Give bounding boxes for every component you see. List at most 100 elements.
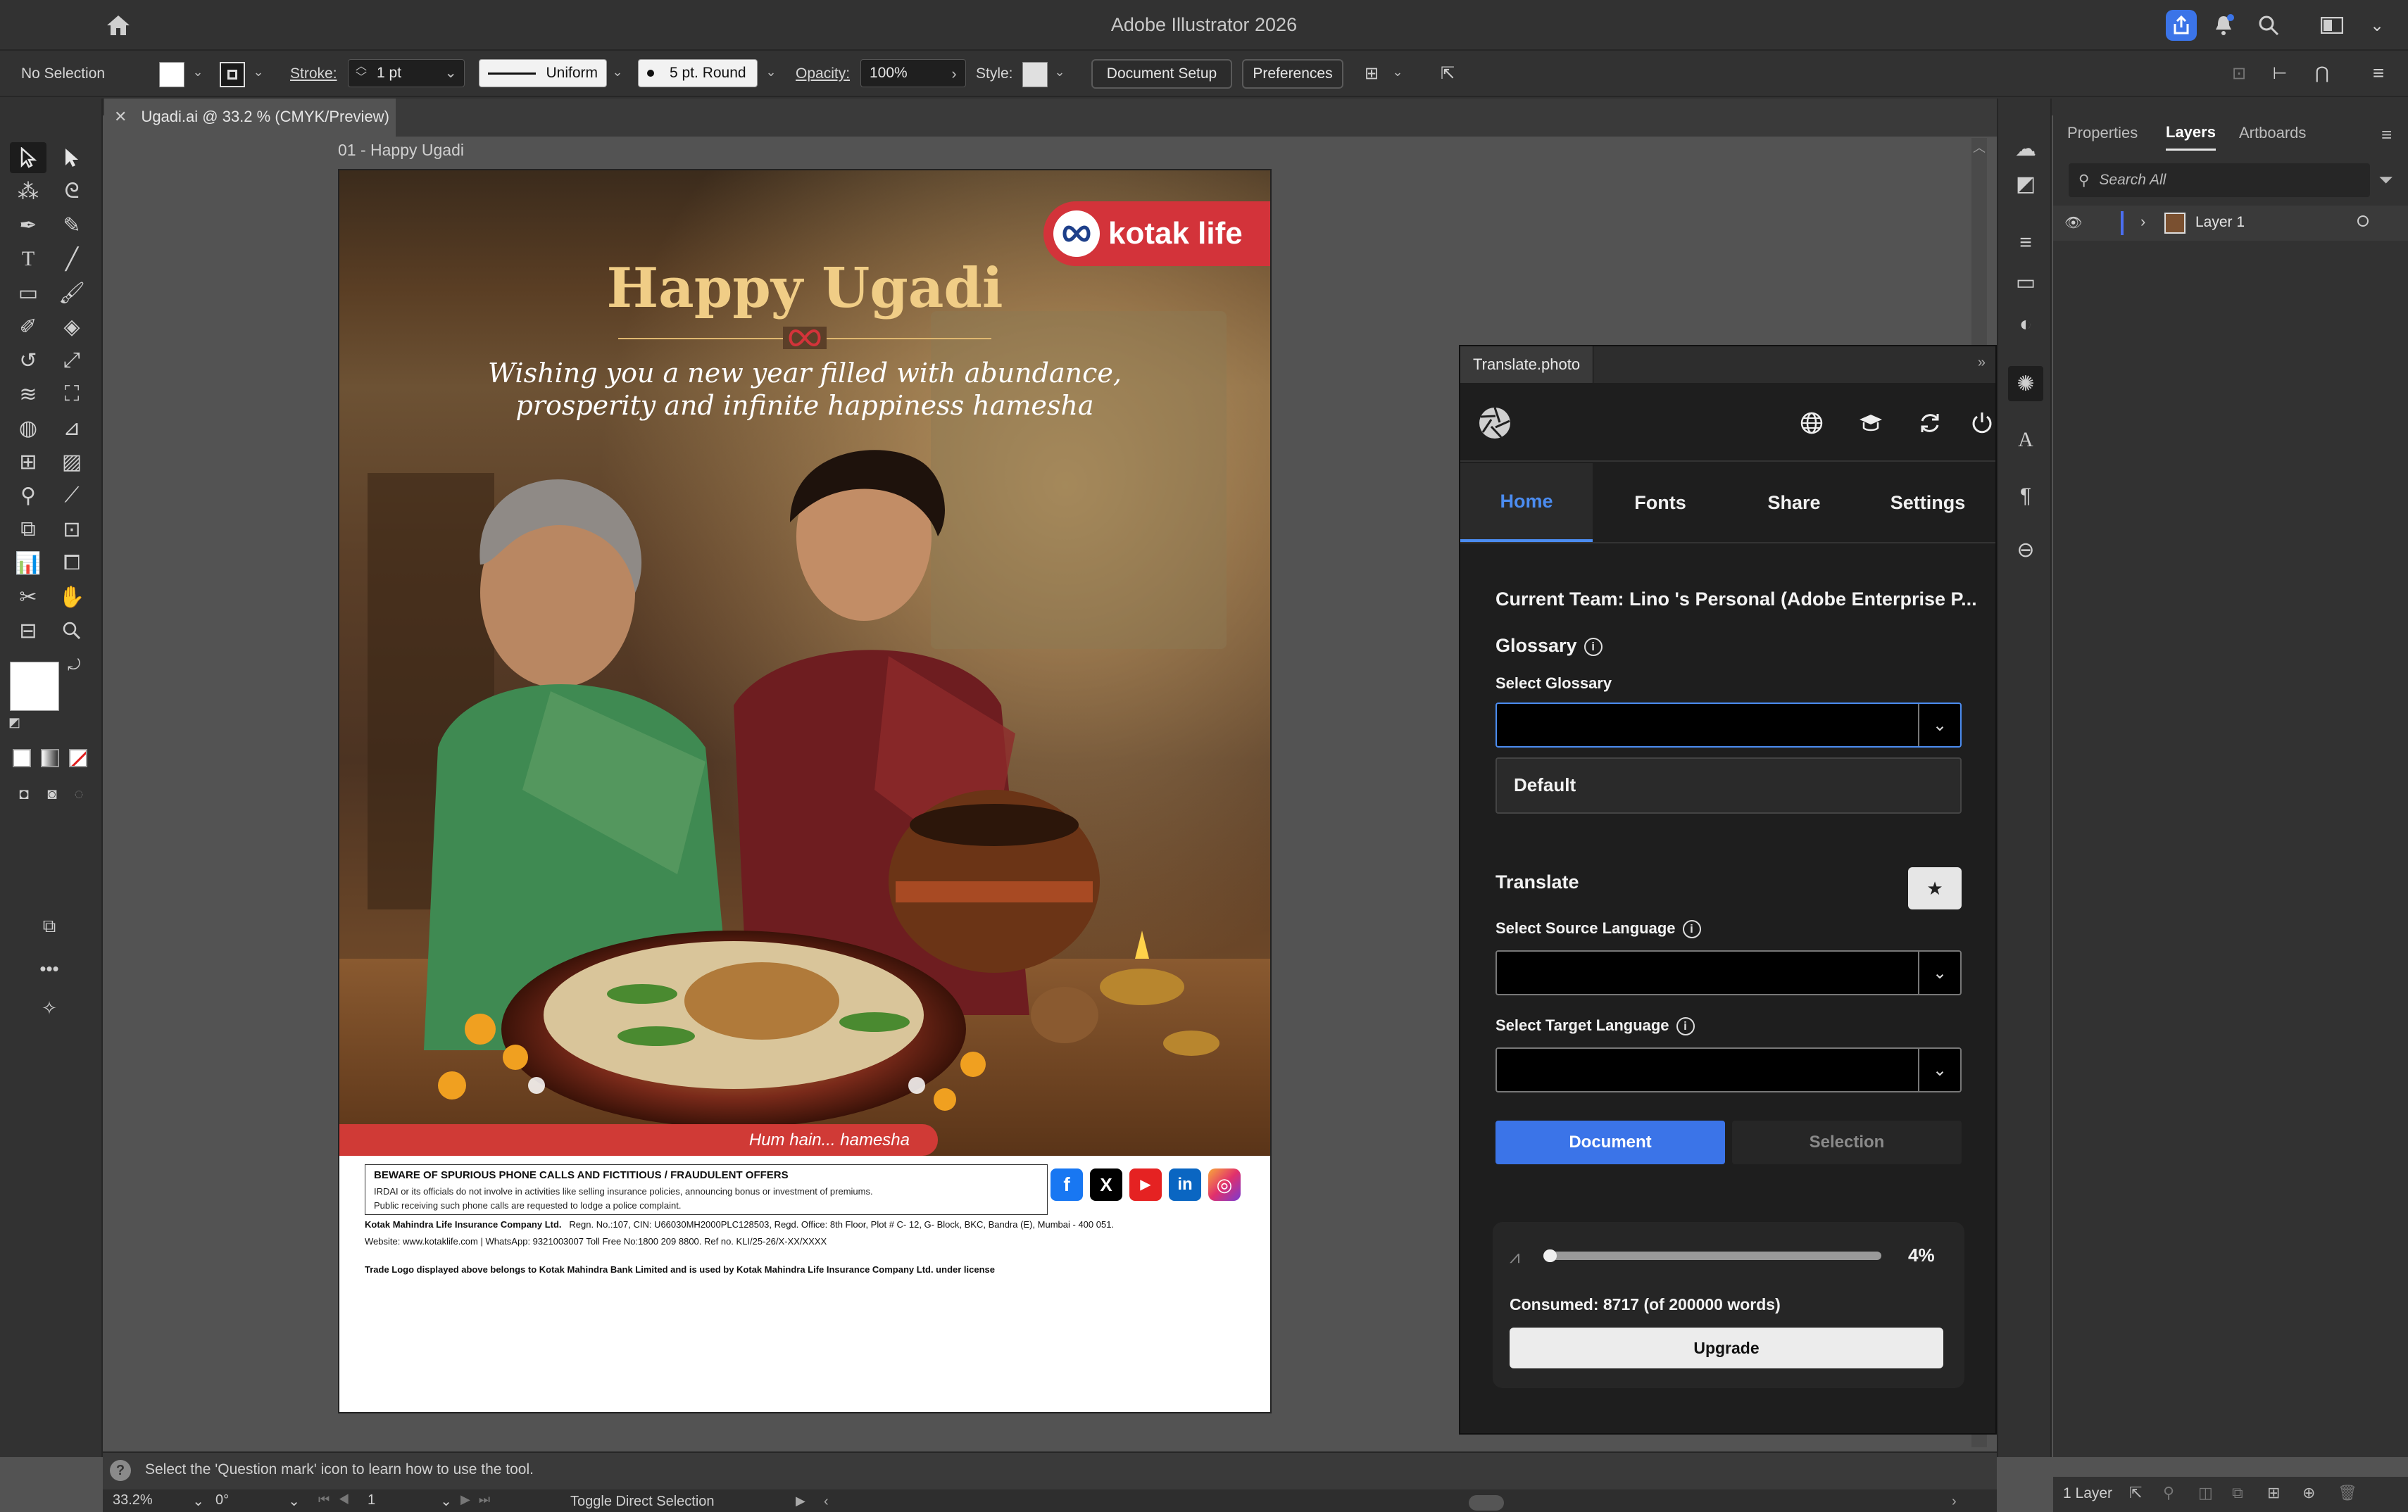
horizontal-scroll-thumb[interactable] [1469, 1495, 1504, 1511]
refresh-icon[interactable] [1912, 405, 1948, 441]
print-tiling-tool-icon[interactable]: ⊟ [10, 615, 46, 646]
selection-button[interactable]: Selection [1732, 1121, 1962, 1164]
curvature-tool-icon[interactable]: ✎ [54, 210, 90, 241]
selection-tool-icon[interactable] [10, 142, 46, 173]
help-question-icon[interactable]: ? [110, 1460, 131, 1481]
search-icon[interactable] [2253, 10, 2284, 41]
tab-settings[interactable]: Settings [1862, 463, 1994, 542]
default-colors-icon[interactable]: ◩ [8, 715, 20, 730]
scroll-left-icon[interactable]: ‹ [824, 1494, 829, 1510]
share-icon[interactable] [2166, 10, 2197, 41]
graphic-style-swatch[interactable] [1022, 62, 1048, 87]
magic-wand-tool-icon[interactable]: ⁂ [10, 176, 46, 207]
document-tab[interactable]: ✕ Ugadi.ai @ 33.2 % (CMYK/Preview) [104, 99, 396, 137]
stroke-weight-field[interactable]: 1 pt ︿ ﹀ ⌄ [348, 59, 465, 87]
stroke-swatch[interactable] [220, 62, 245, 87]
none-mode-icon[interactable] [69, 749, 87, 767]
free-transform-tool-icon[interactable]: ⛶ [54, 379, 90, 410]
style-chevron-icon[interactable]: ⌄ [1052, 65, 1067, 82]
artboard-chevron-icon[interactable]: ⌄ [440, 1492, 452, 1510]
tab-fonts[interactable]: Fonts [1594, 463, 1726, 542]
draw-inside-icon[interactable]: ◌ [61, 779, 97, 809]
menu-icon[interactable]: ≡ [2363, 58, 2394, 89]
visibility-eye-icon[interactable]: 👁 [2064, 214, 2082, 232]
recolor-icon[interactable]: ⇱ [1432, 58, 1463, 89]
tab-share[interactable]: Share [1728, 463, 1860, 542]
transform-icon[interactable]: ⊢ [2264, 58, 2295, 89]
artboard-name[interactable]: 01 - Happy Ugadi [338, 141, 464, 160]
rectangle-tool-icon[interactable]: ▭ [10, 277, 46, 308]
zoom-chevron-icon[interactable]: ⌄ [192, 1492, 204, 1510]
lasso-tool-icon[interactable]: ᘓ [54, 176, 90, 207]
fill-swatch[interactable] [159, 62, 184, 87]
character-panel-icon[interactable]: A [2008, 422, 2043, 458]
variable-width-profile[interactable]: Uniform [479, 59, 607, 87]
artboard-tool-icon[interactable]: ⧠ [54, 548, 90, 579]
eyedropper-tool-icon[interactable]: ⚲ [10, 480, 46, 511]
mesh-tool-icon[interactable]: ⊞ [10, 446, 46, 477]
arrange-icon[interactable]: ⊞ [1356, 58, 1387, 89]
new-layer-icon[interactable]: ⊕ [2302, 1484, 2315, 1502]
paragraph-panel-icon[interactable]: ¶ [2008, 479, 2043, 514]
tab-artboards[interactable]: Artboards [2239, 115, 2306, 151]
upgrade-button[interactable]: Upgrade [1510, 1328, 1943, 1368]
globe-icon[interactable] [1794, 405, 1829, 441]
pen-tool-icon[interactable]: ✒ [10, 210, 46, 241]
target-circle-icon[interactable] [2357, 215, 2369, 227]
filter-icon[interactable]: ⏷ [2378, 169, 2393, 191]
glossary-option-default[interactable]: Default [1514, 774, 1576, 796]
translate-photo-panel-icon[interactable]: ✺ [2008, 366, 2043, 401]
arrange-chevron-icon[interactable]: ⌄ [1390, 65, 1405, 82]
line-tool-icon[interactable]: ╱ [54, 244, 90, 275]
transparency-panel-icon[interactable]: ◐ [2008, 307, 2043, 342]
artboard[interactable]: kotak life Happy Ugadi Wishing you a new… [338, 169, 1272, 1413]
workspace-icon[interactable] [2316, 10, 2347, 41]
shape-builder-icon[interactable]: ⋂ [2307, 58, 2338, 89]
preferences-button[interactable]: Preferences [1242, 59, 1343, 89]
brush-chevron-icon[interactable]: ⌄ [763, 65, 779, 82]
image-trace-icon[interactable]: ◩ [2008, 166, 2043, 201]
more-tools-icon[interactable]: ••• [31, 953, 68, 984]
source-language-select[interactable]: ⌄ [1495, 950, 1962, 995]
target-chevron-icon[interactable]: ⌄ [1918, 1049, 1960, 1091]
align-icon[interactable]: ⊡ [2224, 58, 2255, 89]
target-info-icon[interactable]: i [1676, 1017, 1695, 1036]
rotation-chevron-icon[interactable]: ⌄ [288, 1492, 300, 1510]
color-mode-icon[interactable] [13, 749, 31, 767]
graph-tool-icon[interactable]: 📊 [10, 548, 46, 579]
shape-builder-tool-icon[interactable]: ◍ [10, 412, 46, 443]
locate-object-icon[interactable]: ⚲ [2163, 1484, 2174, 1502]
scroll-up-icon[interactable]: ︿ [1971, 138, 1987, 156]
stroke-weight-chevron-icon[interactable]: ⌄ [444, 64, 457, 82]
glossary-chevron-icon[interactable]: ⌄ [1918, 704, 1960, 746]
make-clipping-mask-icon[interactable]: ◫ [2198, 1484, 2213, 1502]
stroke-panel-icon[interactable]: ≡ [2008, 225, 2043, 260]
perspective-grid-tool-icon[interactable]: ⊿ [54, 412, 90, 443]
fill-color-swatch[interactable] [10, 662, 59, 711]
profile-chevron-icon[interactable]: ⌄ [610, 65, 625, 82]
artboard-nav-next-icons[interactable]: ▶⏭ [460, 1492, 498, 1507]
slice-tool-icon[interactable]: ✂ [10, 581, 46, 612]
tutorial-cap-icon[interactable] [1853, 405, 1888, 441]
layer-name[interactable]: Layer 1 [2195, 214, 2245, 231]
stroke-chevron-icon[interactable]: ⌄ [251, 65, 266, 82]
document-button[interactable]: Document [1495, 1121, 1725, 1164]
export-icon[interactable]: ⇱ [2129, 1484, 2142, 1502]
scale-tool-icon[interactable]: ⤢ [54, 345, 90, 376]
generative-tools-icon[interactable]: ✧ [31, 993, 68, 1023]
layer-row[interactable]: 👁 › Layer 1 [2053, 206, 2408, 241]
collect-export-icon[interactable]: ⧉ [2232, 1484, 2243, 1502]
blend-tool-icon[interactable]: ⧉ [10, 514, 46, 545]
eraser-tool-icon[interactable]: ◈ [54, 311, 90, 342]
favorite-star-icon[interactable]: ★ [1908, 867, 1962, 909]
new-sublayer-icon[interactable]: ⊞ [2267, 1484, 2280, 1502]
document-setup-button[interactable]: Document Setup [1091, 59, 1232, 89]
brush-definition[interactable]: 5 pt. Round [638, 59, 758, 87]
links-panel-icon[interactable]: ⊖ [2008, 532, 2043, 567]
artboard-number-field[interactable]: 1 ⌄ [368, 1492, 452, 1512]
width-tool-icon[interactable]: ≋ [10, 379, 46, 410]
hand-tool-icon[interactable]: ✋ [54, 581, 90, 612]
target-language-select[interactable]: ⌄ [1495, 1047, 1962, 1092]
bell-icon[interactable] [2208, 10, 2239, 41]
workspace-menu-chevron-icon[interactable]: ⌄ [2362, 10, 2393, 41]
